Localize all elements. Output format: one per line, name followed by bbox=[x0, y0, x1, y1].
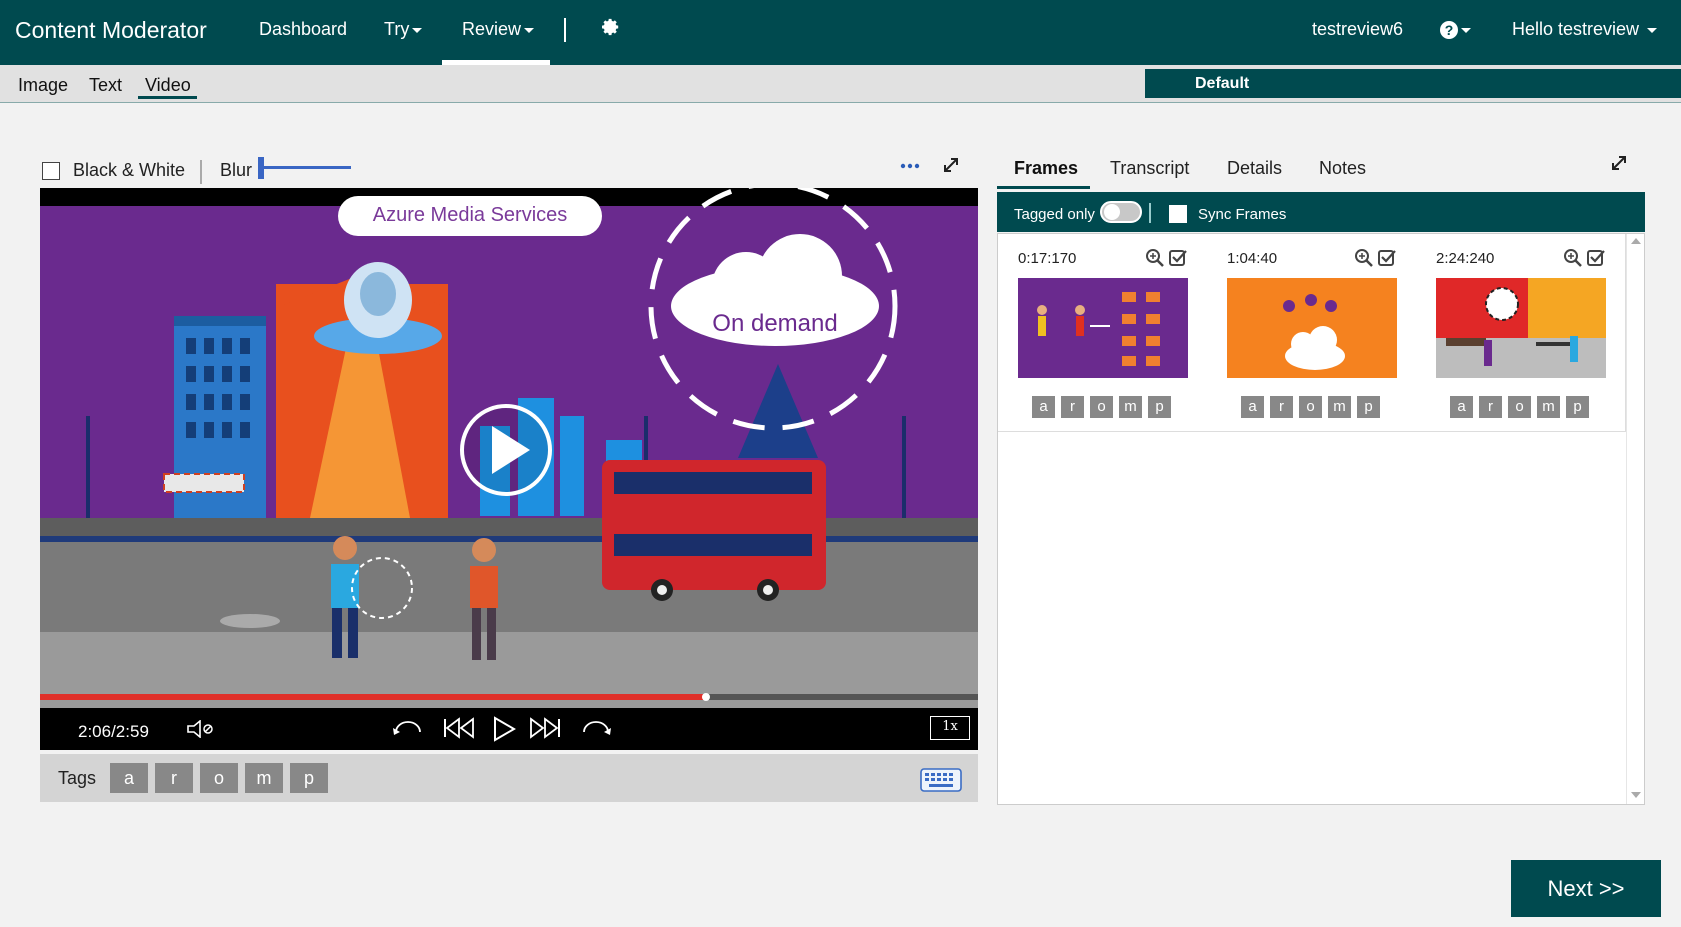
frame-tag-p[interactable]: p bbox=[1148, 396, 1171, 418]
chevron-down-icon bbox=[412, 27, 423, 33]
chevron-down-icon bbox=[1647, 27, 1658, 33]
gear-icon[interactable] bbox=[601, 18, 621, 43]
frame-tag-m[interactable]: m bbox=[1328, 396, 1351, 418]
frame-tag-r[interactable]: r bbox=[1061, 396, 1084, 418]
tags-label: Tags bbox=[58, 768, 97, 788]
frame-tag-a[interactable]: a bbox=[1450, 396, 1473, 418]
user-menu[interactable]: Hello testreview bbox=[1512, 19, 1658, 40]
team-name: Default bbox=[1195, 75, 1250, 92]
tags-bar: Tags a r o m p bbox=[40, 754, 978, 802]
tag-button-p[interactable]: p bbox=[290, 763, 328, 793]
subnav-text[interactable]: Text bbox=[89, 75, 122, 96]
frame-time: 0:17:170 bbox=[1018, 250, 1077, 267]
nav-try-label: Try bbox=[384, 19, 410, 39]
frame-time: 2:24:240 bbox=[1436, 250, 1495, 267]
blur-slider-thumb[interactable] bbox=[258, 157, 264, 179]
blur-slider-track[interactable] bbox=[258, 166, 351, 169]
tagged-only-toggle[interactable] bbox=[1100, 201, 1142, 223]
frame-tag-m[interactable]: m bbox=[1537, 396, 1560, 418]
frame-card[interactable]: 0:17:170 a r o m p bbox=[998, 234, 1208, 432]
check-icon[interactable] bbox=[1377, 248, 1397, 273]
nav-divider bbox=[564, 18, 566, 42]
frame-thumbnail[interactable] bbox=[1436, 278, 1606, 378]
video-player[interactable]: Azure Media Services On demand 2:06/2:59… bbox=[40, 188, 978, 750]
zoom-icon[interactable] bbox=[1354, 248, 1374, 273]
nav-try[interactable]: Try bbox=[384, 19, 423, 40]
frame-tag-m[interactable]: m bbox=[1119, 396, 1142, 418]
nav-dashboard[interactable]: Dashboard bbox=[259, 19, 347, 40]
user-greeting: Hello testreview bbox=[1512, 19, 1640, 39]
tag-button-o[interactable]: o bbox=[200, 763, 238, 793]
frame-thumbnail[interactable] bbox=[1018, 278, 1188, 378]
frame-tag-p[interactable]: p bbox=[1357, 396, 1380, 418]
check-icon[interactable] bbox=[1586, 248, 1606, 273]
black-white-label: Black & White bbox=[73, 160, 186, 180]
app-title[interactable]: Content Moderator bbox=[15, 17, 207, 44]
more-options-icon[interactable] bbox=[900, 158, 920, 176]
frame-tag-r[interactable]: r bbox=[1270, 396, 1293, 418]
video-controls: 2:06/2:59 1x bbox=[40, 708, 978, 750]
tag-button-a[interactable]: a bbox=[110, 763, 148, 793]
tab-notes[interactable]: Notes bbox=[1319, 158, 1366, 179]
frame-tag-a[interactable]: a bbox=[1241, 396, 1264, 418]
frame-tag-o[interactable]: o bbox=[1090, 396, 1113, 418]
frames-filter-bar: Tagged only Sync Frames bbox=[997, 192, 1645, 232]
check-icon[interactable] bbox=[1168, 248, 1188, 273]
tab-active-indicator bbox=[997, 186, 1090, 189]
subnav-image[interactable]: Image bbox=[18, 75, 68, 96]
top-navigation: Content Moderator Dashboard Try Review t… bbox=[0, 0, 1681, 65]
zoom-icon[interactable] bbox=[1145, 248, 1165, 273]
chevron-down-icon bbox=[524, 27, 535, 33]
expand-icon[interactable] bbox=[942, 156, 960, 179]
tagged-only-label: Tagged only bbox=[1014, 206, 1095, 223]
tab-frames[interactable]: Frames bbox=[1014, 158, 1078, 179]
team-name-bar: Default bbox=[1145, 69, 1681, 98]
frame-thumbnail[interactable] bbox=[1227, 278, 1397, 378]
blur-label: Blur bbox=[220, 160, 253, 180]
tag-button-r[interactable]: r bbox=[155, 763, 193, 793]
frames-panel: 0:17:170 a r o m p 1:04:40 a r o m p 2:2… bbox=[997, 233, 1645, 805]
frame-card[interactable]: 1:04:40 a r o m p bbox=[1207, 234, 1417, 432]
zoom-icon[interactable] bbox=[1563, 248, 1583, 273]
video-cloud-text: On demand bbox=[712, 310, 838, 337]
video-time: 2:06/2:59 bbox=[78, 722, 149, 741]
tab-transcript[interactable]: Transcript bbox=[1110, 158, 1189, 179]
tab-details[interactable]: Details bbox=[1227, 158, 1282, 179]
sync-frames-label: Sync Frames bbox=[1198, 206, 1287, 223]
subnav-active-indicator bbox=[138, 96, 197, 99]
progress-thumb[interactable] bbox=[701, 693, 710, 701]
frame-tag-a[interactable]: a bbox=[1032, 396, 1055, 418]
nav-review-label: Review bbox=[462, 19, 522, 39]
video-frame bbox=[40, 188, 978, 708]
team-selector[interactable]: testreview6 bbox=[1312, 19, 1403, 40]
frame-tag-p[interactable]: p bbox=[1566, 396, 1589, 418]
tag-button-m[interactable]: m bbox=[245, 763, 283, 793]
nav-review[interactable]: Review bbox=[462, 19, 535, 40]
scroll-up-icon[interactable] bbox=[1631, 238, 1641, 244]
toolbar-divider bbox=[200, 160, 202, 184]
chevron-down-icon bbox=[1461, 27, 1471, 33]
nav-dashboard-label: Dashboard bbox=[259, 19, 348, 39]
frame-tag-r[interactable]: r bbox=[1479, 396, 1502, 418]
keyboard-icon[interactable] bbox=[920, 768, 962, 797]
frame-tag-o[interactable]: o bbox=[1299, 396, 1322, 418]
progress-fill bbox=[40, 694, 706, 700]
next-button[interactable]: Next >> bbox=[1511, 860, 1661, 917]
subnav-video[interactable]: Video bbox=[145, 75, 191, 96]
playback-speed-button[interactable]: 1x bbox=[930, 716, 970, 740]
help-menu[interactable]: ? bbox=[1440, 19, 1471, 40]
scroll-down-icon[interactable] bbox=[1631, 792, 1641, 798]
frame-time: 1:04:40 bbox=[1227, 250, 1278, 267]
toggle-knob bbox=[1104, 204, 1120, 220]
black-white-checkbox[interactable] bbox=[42, 162, 60, 180]
expand-panel-icon[interactable] bbox=[1610, 154, 1628, 177]
filter-divider bbox=[1149, 203, 1151, 223]
video-banner-text: Azure Media Services bbox=[372, 204, 568, 226]
help-icon: ? bbox=[1440, 21, 1458, 40]
frame-tag-o[interactable]: o bbox=[1508, 396, 1531, 418]
frame-card[interactable]: 2:24:240 a r o m p bbox=[1416, 234, 1626, 432]
sync-frames-checkbox[interactable] bbox=[1169, 205, 1187, 223]
frames-scrollbar[interactable] bbox=[1626, 234, 1644, 804]
